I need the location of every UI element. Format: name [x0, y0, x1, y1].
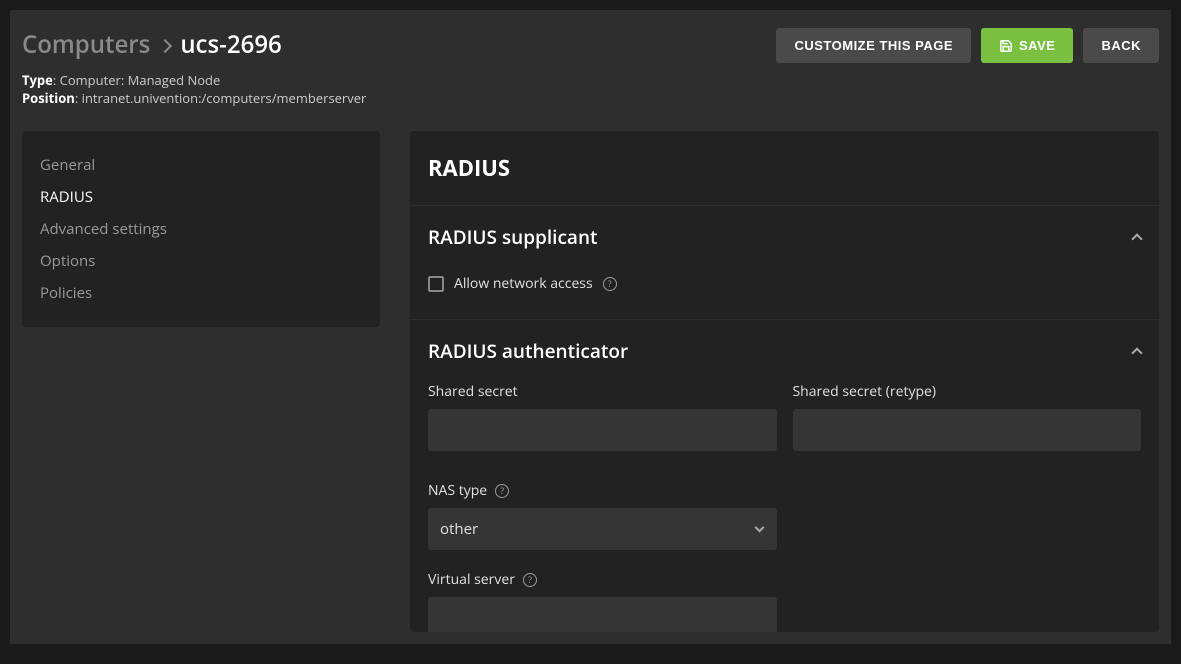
main-title: RADIUS — [410, 131, 1159, 206]
sidebar: General RADIUS Advanced settings Options… — [22, 131, 380, 327]
meta-type-value: Computer: Managed Node — [60, 71, 221, 89]
back-button-label: BACK — [1101, 38, 1141, 53]
meta-position-value: intranet.univention:/computers/memberser… — [82, 89, 367, 107]
chevron-up-icon — [1131, 234, 1142, 245]
header-left: Computers ucs-2696 Type: Computer: Manag… — [22, 28, 776, 107]
sidebar-item-options[interactable]: Options — [22, 245, 380, 277]
nas-type-select[interactable]: other — [428, 508, 777, 550]
section-supplicant-body: Allow network access ? — [410, 268, 1159, 319]
meta-position-label: Position — [22, 89, 75, 107]
save-icon — [999, 39, 1013, 53]
nas-type-label-row: NAS type ? — [428, 481, 777, 500]
back-button[interactable]: BACK — [1083, 28, 1159, 63]
sidebar-item-label: Advanced settings — [40, 219, 167, 239]
virtual-server-field: Virtual server ? — [428, 570, 777, 632]
shared-secret-retype-label: Shared secret (retype) — [793, 382, 1142, 401]
nas-type-select-wrapper: other — [428, 508, 777, 550]
body: General RADIUS Advanced settings Options… — [10, 119, 1171, 644]
save-button-label: SAVE — [1019, 38, 1055, 53]
help-icon[interactable]: ? — [495, 484, 509, 498]
breadcrumb-parent[interactable]: Computers — [22, 28, 150, 61]
section-authenticator: RADIUS authenticator Shared secret Share… — [410, 320, 1159, 632]
section-supplicant-title: RADIUS supplicant — [428, 224, 598, 250]
virtual-server-input[interactable] — [428, 597, 777, 632]
nas-type-value: other — [440, 519, 478, 539]
allow-network-label: Allow network access — [454, 274, 593, 293]
chevron-up-icon — [1131, 348, 1142, 359]
save-button[interactable]: SAVE — [981, 28, 1073, 63]
spacer — [793, 481, 1142, 550]
help-icon[interactable]: ? — [523, 573, 537, 587]
sidebar-item-label: Options — [40, 251, 95, 271]
breadcrumb-current: ucs-2696 — [180, 28, 281, 61]
page: Computers ucs-2696 Type: Computer: Manag… — [10, 10, 1171, 644]
virtual-server-label: Virtual server — [428, 570, 515, 589]
section-authenticator-header[interactable]: RADIUS authenticator — [410, 320, 1159, 382]
chevron-right-icon — [158, 38, 172, 52]
sidebar-item-label: RADIUS — [40, 187, 93, 207]
shared-secret-retype-field: Shared secret (retype) — [793, 382, 1142, 451]
form-grid: Shared secret Shared secret (retype) NAS… — [428, 382, 1141, 632]
section-authenticator-body: Shared secret Shared secret (retype) NAS… — [410, 382, 1159, 632]
allow-network-row: Allow network access ? — [428, 268, 1141, 299]
sidebar-item-policies[interactable]: Policies — [22, 277, 380, 309]
sidebar-item-radius[interactable]: RADIUS — [22, 181, 380, 213]
customize-button-label: CUSTOMIZE THIS PAGE — [794, 38, 953, 53]
shared-secret-retype-input[interactable] — [793, 409, 1142, 451]
section-supplicant-header[interactable]: RADIUS supplicant — [410, 206, 1159, 268]
header: Computers ucs-2696 Type: Computer: Manag… — [10, 10, 1171, 119]
nas-type-field: NAS type ? other — [428, 481, 777, 550]
shared-secret-field: Shared secret — [428, 382, 777, 451]
nas-type-label: NAS type — [428, 481, 487, 500]
sidebar-item-general[interactable]: General — [22, 149, 380, 181]
sidebar-item-advanced-settings[interactable]: Advanced settings — [22, 213, 380, 245]
sidebar-item-label: Policies — [40, 283, 92, 303]
main-panel: RADIUS RADIUS supplicant Allow network a… — [410, 131, 1159, 632]
meta-type: Type: Computer: Managed Node — [22, 71, 776, 89]
breadcrumb: Computers ucs-2696 — [22, 28, 776, 61]
virtual-server-label-row: Virtual server ? — [428, 570, 777, 589]
meta-type-label: Type — [22, 71, 53, 89]
section-authenticator-title: RADIUS authenticator — [428, 338, 628, 364]
section-supplicant: RADIUS supplicant Allow network access ? — [410, 206, 1159, 320]
meta-position: Position: intranet.univention:/computers… — [22, 89, 776, 107]
header-actions: CUSTOMIZE THIS PAGE SAVE BACK — [776, 28, 1159, 63]
customize-button[interactable]: CUSTOMIZE THIS PAGE — [776, 28, 971, 63]
shared-secret-input[interactable] — [428, 409, 777, 451]
help-icon[interactable]: ? — [603, 277, 617, 291]
allow-network-checkbox[interactable] — [428, 276, 444, 292]
shared-secret-label: Shared secret — [428, 382, 777, 401]
sidebar-item-label: General — [40, 155, 95, 175]
